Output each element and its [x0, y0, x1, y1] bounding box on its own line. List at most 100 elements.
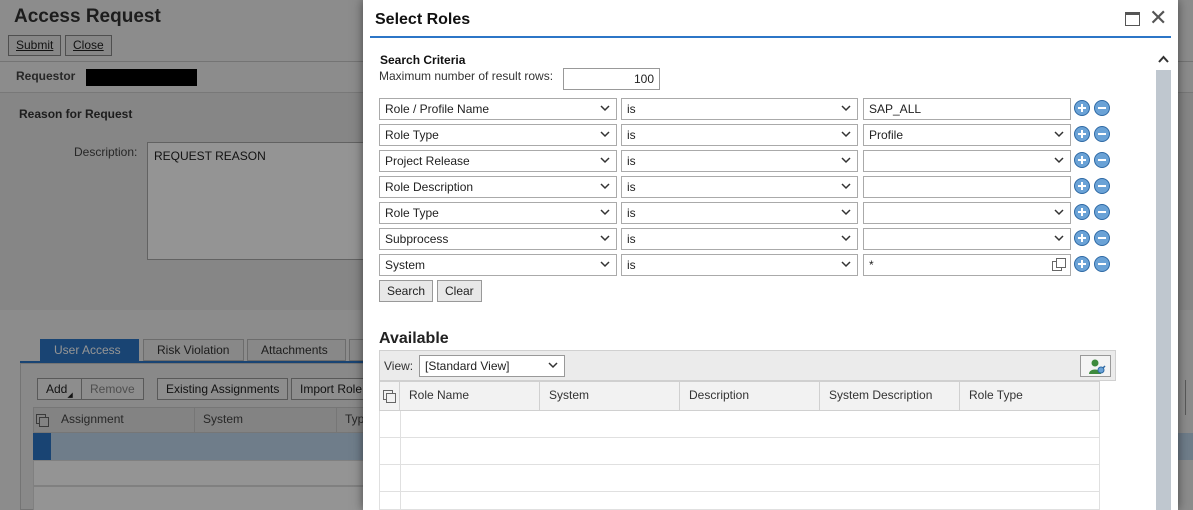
add-criteria-icon[interactable]	[1074, 256, 1090, 272]
add-criteria-icon[interactable]	[1074, 204, 1090, 220]
criteria-operator-value: is	[627, 102, 636, 116]
criteria-value: *	[869, 258, 874, 272]
remove-criteria-icon[interactable]	[1094, 204, 1110, 220]
criteria-value-input[interactable]	[863, 176, 1071, 198]
title-underline	[370, 36, 1171, 38]
chevron-down-icon	[599, 153, 611, 167]
table-row[interactable]	[379, 411, 1100, 438]
criteria-operator-select[interactable]: is	[621, 176, 858, 198]
chevron-down-icon	[1053, 153, 1065, 167]
add-criteria-icon[interactable]	[1074, 178, 1090, 194]
criteria-field-select[interactable]: Project Release	[379, 150, 617, 172]
add-criteria-icon[interactable]	[1074, 126, 1090, 142]
criteria-value: SAP_ALL	[869, 102, 922, 116]
chevron-down-icon	[840, 205, 852, 219]
remove-criteria-icon[interactable]	[1094, 178, 1110, 194]
chevron-down-icon	[599, 179, 611, 193]
column-description[interactable]: Description	[679, 381, 819, 411]
personalize-button[interactable]	[1080, 355, 1111, 377]
criteria-operator-value: is	[627, 232, 636, 246]
criteria-operator-select[interactable]: is	[621, 202, 858, 224]
remove-criteria-icon[interactable]	[1094, 256, 1110, 272]
criteria-operator-select[interactable]: is	[621, 254, 858, 276]
criteria-field-select[interactable]: Role / Profile Name	[379, 98, 617, 120]
criteria-value-select[interactable]	[863, 228, 1071, 250]
view-label: View:	[384, 359, 414, 373]
criteria-value-select[interactable]	[863, 202, 1071, 224]
criteria-field-select[interactable]: Role Description	[379, 176, 617, 198]
column-role-name[interactable]: Role Name	[399, 381, 539, 411]
chevron-down-icon	[599, 127, 611, 141]
criteria-value-select[interactable]: Profile	[863, 124, 1071, 146]
table-row[interactable]	[379, 492, 1100, 510]
criteria-value-select[interactable]	[863, 150, 1071, 172]
row-selector[interactable]	[380, 465, 401, 491]
chevron-down-icon	[599, 231, 611, 245]
chevron-down-icon	[840, 153, 852, 167]
add-criteria-icon[interactable]	[1074, 152, 1090, 168]
close-icon[interactable]: ✕	[1149, 7, 1167, 29]
chevron-down-icon	[547, 358, 559, 375]
chevron-down-icon	[599, 101, 611, 115]
remove-criteria-icon[interactable]	[1094, 126, 1110, 142]
chevron-down-icon	[599, 205, 611, 219]
criteria-field-value: Role Type	[385, 206, 439, 220]
column-role-type[interactable]: Role Type	[959, 381, 1100, 411]
remove-criteria-icon[interactable]	[1094, 230, 1110, 246]
chevron-down-icon	[840, 101, 852, 115]
chevron-down-icon	[1053, 205, 1065, 219]
search-button[interactable]: Search	[379, 280, 434, 302]
row-selector[interactable]	[380, 411, 401, 437]
criteria-field-value: Role Type	[385, 128, 439, 142]
dialog-title: Select Roles	[375, 11, 471, 28]
chevron-down-icon	[840, 179, 852, 193]
criteria-operator-select[interactable]: is	[621, 98, 858, 120]
row-selector[interactable]	[380, 492, 401, 509]
chevron-down-icon	[840, 127, 852, 141]
criteria-value-input[interactable]: *	[863, 254, 1071, 276]
column-system-description[interactable]: System Description	[819, 381, 959, 411]
chevron-up-icon	[1158, 55, 1169, 63]
remove-criteria-icon[interactable]	[1094, 152, 1110, 168]
add-criteria-icon[interactable]	[1074, 230, 1090, 246]
criteria-field-select[interactable]: System	[379, 254, 617, 276]
user-settings-icon	[1089, 359, 1106, 374]
row-selector[interactable]	[380, 438, 401, 464]
max-rows-label: Maximum number of result rows:	[379, 69, 554, 83]
clear-button[interactable]: Clear	[437, 280, 482, 302]
criteria-field-value: System	[385, 258, 426, 272]
criteria-operator-select[interactable]: is	[621, 228, 858, 250]
chevron-down-icon	[599, 257, 611, 271]
criteria-operator-value: is	[627, 258, 636, 272]
available-title: Available	[379, 330, 449, 347]
chevron-down-icon	[1053, 127, 1065, 141]
criteria-field-select[interactable]: Role Type	[379, 124, 617, 146]
criteria-operator-select[interactable]: is	[621, 124, 858, 146]
max-rows-input[interactable]: 100	[563, 68, 660, 90]
select-roles-dialog: Select Roles ✕ Search Criteria Maximum n…	[363, 0, 1178, 510]
add-criteria-icon[interactable]	[1074, 100, 1090, 116]
maximize-icon[interactable]	[1125, 12, 1140, 26]
scroll-up-button[interactable]	[1156, 52, 1171, 68]
select-all-cell[interactable]	[379, 381, 400, 411]
value-help-icon[interactable]	[1052, 258, 1066, 272]
criteria-field-value: Subprocess	[385, 232, 449, 246]
scrollbar[interactable]	[1156, 70, 1171, 510]
criteria-operator-value: is	[627, 180, 636, 194]
criteria-field-value: Project Release	[385, 154, 470, 168]
criteria-operator-value: is	[627, 154, 636, 168]
criteria-field-value: Role Description	[385, 180, 474, 194]
search-criteria-title: Search Criteria	[380, 53, 466, 67]
column-system[interactable]: System	[539, 381, 679, 411]
criteria-operator-value: is	[627, 206, 636, 220]
chevron-down-icon	[840, 231, 852, 245]
criteria-operator-select[interactable]: is	[621, 150, 858, 172]
view-select[interactable]: [Standard View]	[419, 355, 565, 377]
table-row[interactable]	[379, 465, 1100, 492]
criteria-field-select[interactable]: Role Type	[379, 202, 617, 224]
criteria-field-select[interactable]: Subprocess	[379, 228, 617, 250]
criteria-field-value: Role / Profile Name	[385, 102, 490, 116]
criteria-value-input[interactable]: SAP_ALL	[863, 98, 1071, 120]
remove-criteria-icon[interactable]	[1094, 100, 1110, 116]
table-row[interactable]	[379, 438, 1100, 465]
